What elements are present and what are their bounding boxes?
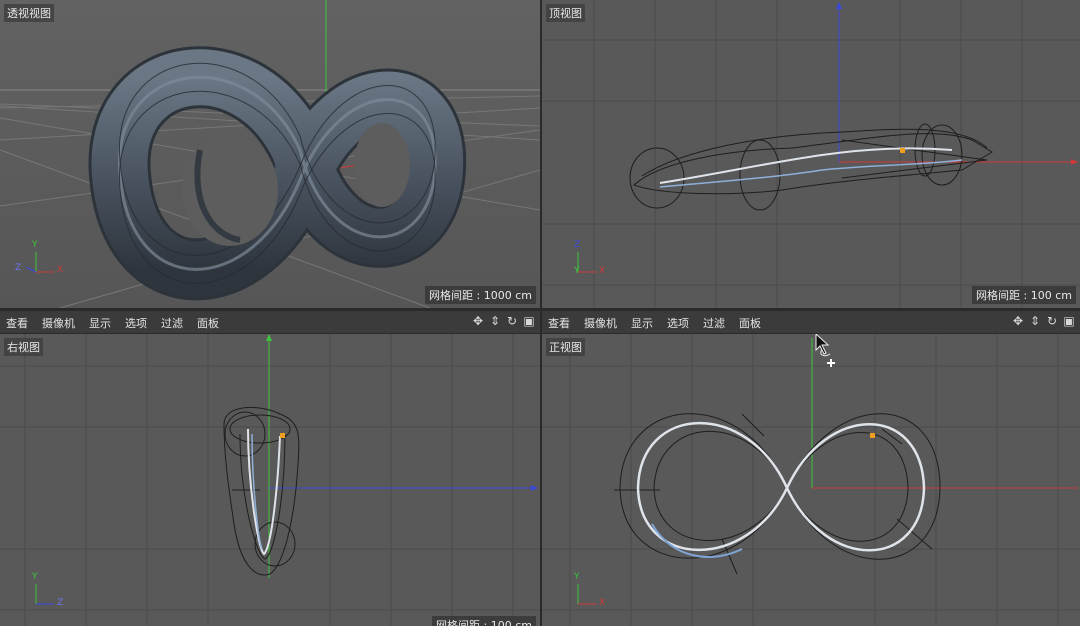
axis-gizmo xyxy=(577,252,596,273)
menu-options[interactable]: 选项 xyxy=(667,315,689,331)
spline-point-handle[interactable] xyxy=(280,433,285,438)
axis-z-label: Z xyxy=(574,240,581,250)
front-viewport[interactable]: Y X 正视图 xyxy=(542,334,1080,626)
maximize-view-icon[interactable]: ▣ xyxy=(1062,314,1076,328)
viewport-title: 顶视图 xyxy=(546,4,585,22)
perspective-viewport[interactable]: Y X Z 透视视图 网格间距 : 1000 cm xyxy=(0,0,540,308)
axis-y-label: Y xyxy=(32,572,38,582)
y-arrow-icon xyxy=(266,334,272,341)
spline-point-handle[interactable] xyxy=(900,148,905,153)
rotate-view-icon[interactable]: ↻ xyxy=(505,314,519,328)
viewport-menubar: 查看 摄像机 显示 选项 过滤 面板 ✥ ⇕ ↻ ▣ xyxy=(0,310,540,334)
axis-gizmo xyxy=(35,584,54,605)
menu-view[interactable]: 查看 xyxy=(548,315,570,331)
spline-wireframe[interactable] xyxy=(614,413,941,575)
axis-z-label: Z xyxy=(15,263,22,273)
top-viewport[interactable]: Z Y X 顶视图 网格间距 : 100 cm xyxy=(542,0,1080,308)
move-view-icon[interactable]: ✥ xyxy=(471,314,485,328)
menu-camera[interactable]: 摄像机 xyxy=(42,315,75,331)
menu-view[interactable]: 查看 xyxy=(6,315,28,331)
cinema4d-viewport-layout: Y X Z 透视视图 网格间距 : 1000 cm Z Y X 顶视图 网格间距… xyxy=(0,0,1080,626)
axis-y-label: Y xyxy=(574,572,580,582)
viewport-title: 透视视图 xyxy=(4,4,54,22)
grid-spacing-label: 网格间距 : 100 cm xyxy=(432,616,536,626)
move-view-icon[interactable]: ✥ xyxy=(1011,314,1025,328)
spline-wireframe[interactable] xyxy=(629,123,993,211)
grid-spacing-label: 网格间距 : 100 cm xyxy=(972,286,1076,304)
maximize-view-icon[interactable]: ▣ xyxy=(522,314,536,328)
menu-options[interactable]: 选项 xyxy=(125,315,147,331)
grid-lines xyxy=(0,334,540,626)
rotate-view-icon[interactable]: ↻ xyxy=(1045,314,1059,328)
menu-panel[interactable]: 面板 xyxy=(739,315,761,331)
menu-display[interactable]: 显示 xyxy=(631,315,653,331)
zoom-view-icon[interactable]: ⇕ xyxy=(488,314,502,328)
menu-camera[interactable]: 摄像机 xyxy=(584,315,617,331)
grid-spacing-label: 网格间距 : 1000 cm xyxy=(425,286,536,304)
viewport-menubar: 查看 摄像机 显示 选项 过滤 面板 ✥ ⇕ ↻ ▣ xyxy=(542,310,1080,334)
zoom-view-icon[interactable]: ⇕ xyxy=(1028,314,1042,328)
viewport-title: 右视图 xyxy=(4,338,43,356)
front-scene xyxy=(542,334,1080,626)
grid-lines xyxy=(542,0,1080,308)
mouse-cursor-icon xyxy=(815,334,835,367)
right-scene xyxy=(0,334,540,626)
perspective-scene xyxy=(0,0,540,308)
top-scene xyxy=(542,0,1080,308)
spline-point-handle[interactable] xyxy=(870,433,875,438)
right-viewport[interactable]: Y Z 右视图 网格间距 : 100 cm xyxy=(0,334,540,626)
grid-lines xyxy=(542,334,1080,626)
axis-y-label: Y xyxy=(32,240,38,250)
axis-y-label: Y xyxy=(574,266,580,276)
axis-gizmo xyxy=(577,584,596,605)
menu-panel[interactable]: 面板 xyxy=(197,315,219,331)
menu-filter[interactable]: 过滤 xyxy=(161,315,183,331)
z-arrow-icon xyxy=(836,2,842,9)
menu-filter[interactable]: 过滤 xyxy=(703,315,725,331)
z-arrow-icon xyxy=(531,485,538,491)
axis-z-label: Z xyxy=(57,598,64,608)
viewport-title: 正视图 xyxy=(546,338,585,356)
x-arrow-icon xyxy=(1071,159,1078,165)
menu-display[interactable]: 显示 xyxy=(89,315,111,331)
axis-x-label: X xyxy=(57,265,64,275)
axis-x-label: X xyxy=(599,266,606,276)
axis-x-label: X xyxy=(599,598,606,608)
